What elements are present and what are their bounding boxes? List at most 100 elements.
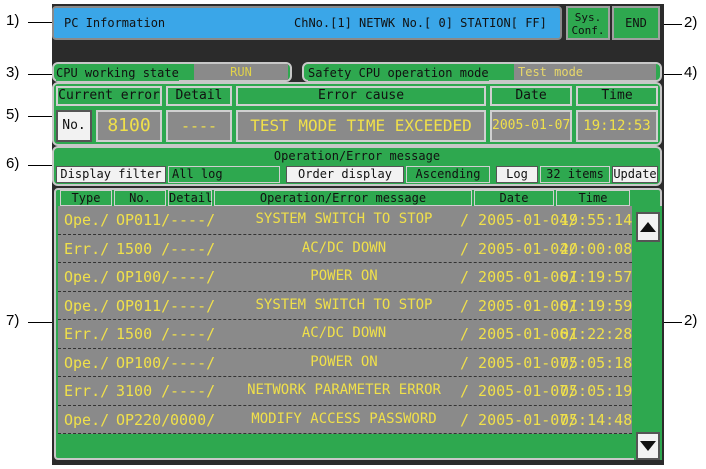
date-header: Date — [490, 86, 572, 106]
row-type: Ope./ — [64, 268, 110, 286]
row-time: 05:14:48 — [560, 410, 633, 429]
row-type: Err./ — [64, 325, 110, 343]
row-detail: ----/ — [170, 325, 216, 343]
log-count: 32 items — [540, 166, 610, 183]
station-info: ChNo.[1] NETWK No.[ 0] STATION[ FF] — [294, 16, 547, 30]
display-filter-button[interactable]: Display filter — [56, 166, 166, 183]
col-no: No. — [114, 190, 166, 206]
log-table-row[interactable]: Ope./OP011/----/SYSTEM SWITCH TO STOP/ 2… — [58, 291, 632, 320]
message-panel-title: Operation/Error message — [273, 149, 441, 163]
row-no: OP100/ — [116, 353, 171, 372]
callout-2-bottom: 2) — [684, 312, 698, 329]
callout-line-2-top — [664, 24, 682, 25]
callout-line-3 — [28, 74, 52, 75]
col-detail: Detail — [168, 190, 213, 206]
callout-line-2-bottom — [664, 322, 682, 323]
row-no: 3100 / — [116, 382, 171, 400]
triangle-down-icon — [640, 441, 656, 451]
callout-2-top: 2) — [684, 14, 698, 31]
cpu-working-state-value: RUN — [194, 64, 288, 80]
scroll-up-button[interactable] — [636, 212, 660, 242]
row-message: MODIFY ACCESS PASSWORD — [251, 410, 437, 427]
order-value: Ascending — [406, 166, 490, 183]
row-detail: ----/ — [170, 268, 216, 286]
row-detail: ----/ — [170, 239, 216, 258]
callout-4: 4) — [684, 64, 698, 81]
row-no: 1500 / — [116, 239, 171, 258]
row-no: 1500 / — [116, 325, 171, 343]
callout-3: 3) — [6, 64, 20, 81]
time-header: Time — [576, 86, 658, 106]
row-detail: ----/ — [170, 211, 216, 229]
sys-conf-button[interactable]: Sys. Conf. — [566, 6, 610, 40]
row-type: Ope./ — [64, 211, 110, 229]
row-message: SYSTEM SWITCH TO STOP — [255, 211, 433, 227]
row-message: AC/DC DOWN — [301, 239, 387, 256]
callout-5: 5) — [6, 106, 20, 123]
scroll-down-button[interactable] — [636, 432, 660, 460]
error-cause-header: Error cause — [236, 86, 486, 106]
row-no: OP011/ — [116, 211, 171, 229]
current-error-date: 2005-01-07 — [490, 110, 572, 142]
row-message: POWER ON — [310, 353, 378, 370]
filter-value: All log — [168, 166, 280, 183]
col-message: Operation/Error message — [214, 190, 472, 206]
title-bar: PC Information ChNo.[1] NETWK No.[ 0] ST… — [52, 6, 562, 40]
log-table-row[interactable]: Ope./OP100/----/POWER ON/ 2005-01-06/01:… — [58, 263, 632, 292]
row-time: 19:55:14 — [560, 211, 633, 229]
detail-header: Detail — [166, 86, 232, 106]
row-time: 01:22:28 — [560, 325, 633, 343]
log-table-row[interactable]: Err./3100 /----/NETWORK PARAMETER ERROR /… — [58, 377, 632, 406]
update-button[interactable]: Update — [612, 166, 658, 183]
row-type: Ope./ — [64, 296, 110, 315]
row-message: NETWORK PARAMETER ERROR — [247, 382, 441, 398]
current-error-cause: TEST MODE TIME EXCEEDED — [236, 110, 486, 142]
callout-line-4 — [664, 74, 682, 75]
safety-cpu-mode-value: Test mode — [514, 64, 656, 80]
log-button[interactable]: Log — [496, 166, 538, 183]
current-error-number: 8100 — [96, 110, 162, 142]
row-detail: ----/ — [170, 382, 216, 400]
log-table-row[interactable]: Ope./OP100/----/POWER ON/ 2005-01-07/05:… — [58, 348, 633, 377]
callout-line-7 — [28, 322, 52, 323]
triangle-up-icon — [640, 222, 656, 232]
current-error-header: Current error — [56, 86, 162, 106]
cpu-working-state-label: CPU working state — [56, 65, 179, 81]
row-type: Ope./ — [64, 410, 110, 429]
callout-line-1 — [28, 22, 52, 23]
current-error-time: 19:12:53 — [576, 110, 658, 142]
row-detail: 0000/ — [170, 410, 216, 429]
log-table-row[interactable]: Ope./OP220/0000/MODIFY ACCESS PASSWORD / … — [58, 405, 633, 434]
callout-7: 7) — [6, 312, 20, 329]
col-date: Date — [474, 190, 554, 206]
callout-line-6 — [28, 165, 52, 166]
log-table-header: Type No. Detail Operation/Error message … — [58, 190, 632, 206]
row-detail: ----/ — [170, 353, 216, 372]
error-no-button[interactable]: No. — [56, 110, 92, 142]
row-type: Err./ — [64, 382, 110, 400]
col-time: Time — [556, 190, 630, 206]
row-message: AC/DC DOWN — [301, 325, 387, 341]
callout-line-5 — [28, 116, 52, 117]
row-time: 20:00:08 — [560, 239, 633, 258]
row-time: 01:19:57 — [560, 268, 633, 286]
row-message: POWER ON — [310, 268, 378, 284]
log-table-row[interactable]: Err./1500 /----/AC/DC DOWN/ 2005-01-04/2… — [58, 234, 633, 263]
log-table-row[interactable]: Err./1500 /----/AC/DC DOWN/ 2005-01-06/0… — [58, 320, 632, 349]
safety-cpu-mode-label: Safety CPU operation mode — [308, 65, 489, 81]
row-time: 05:05:18 — [560, 353, 633, 372]
row-no: OP220/ — [116, 410, 171, 429]
log-table-row[interactable]: Ope./OP011/----/SYSTEM SWITCH TO STOP/ 2… — [58, 206, 632, 235]
callout-6: 6) — [6, 155, 20, 172]
row-time: 05:05:19 — [560, 382, 633, 400]
row-type: Err./ — [64, 239, 110, 258]
end-button[interactable]: END — [612, 6, 660, 40]
row-type: Ope./ — [64, 353, 110, 372]
row-no: OP011/ — [116, 296, 171, 315]
order-display-button[interactable]: Order display — [286, 166, 404, 183]
col-type: Type — [60, 190, 112, 206]
current-error-detail: ---- — [166, 110, 232, 142]
row-no: OP100/ — [116, 268, 171, 286]
scrollbar-track[interactable] — [634, 206, 662, 460]
page-title: PC Information — [64, 16, 166, 30]
